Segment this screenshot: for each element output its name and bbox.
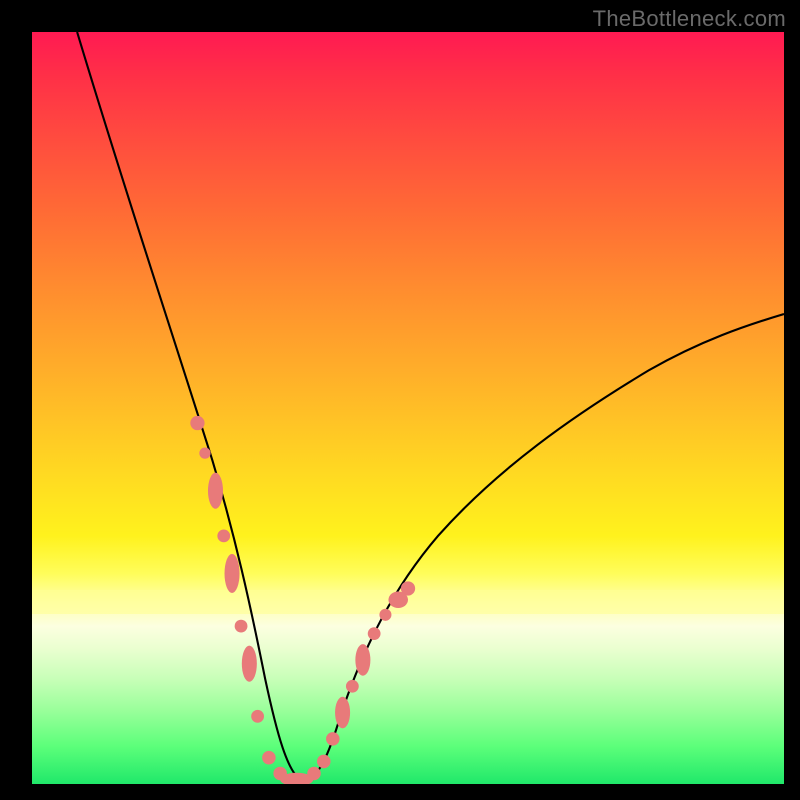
watermark-text: TheBottleneck.com [593, 6, 786, 32]
marker-group [190, 416, 415, 784]
chart-plot-area [32, 32, 784, 784]
curve-layer [32, 32, 784, 784]
bottleneck-curve [77, 32, 784, 781]
chart-frame: TheBottleneck.com [0, 0, 800, 800]
